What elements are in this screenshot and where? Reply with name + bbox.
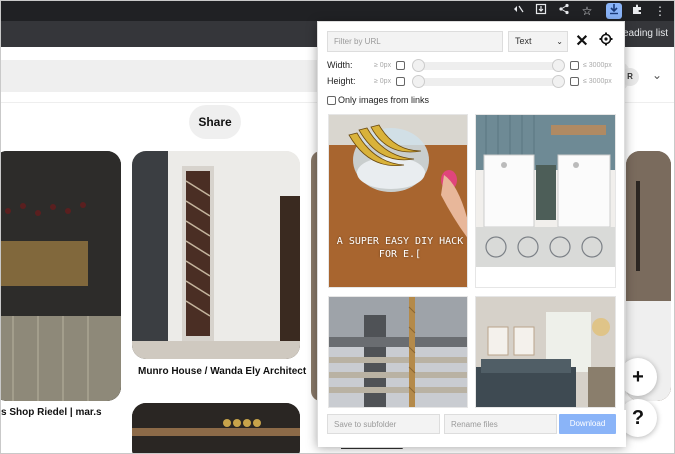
width-label: Width: (327, 60, 353, 70)
height-min-hint: ≥ 0px (374, 78, 392, 85)
height-max-checkbox[interactable] (570, 77, 579, 86)
window: ☆ ⋮ Reading list R ⌄ Share s Shop Riedel… (0, 0, 675, 454)
pin-caption[interactable]: Munro House / Wanda Ely Architect (138, 366, 306, 377)
filter-type-select[interactable]: Text ⌄ (508, 31, 568, 52)
height-min-handle[interactable] (412, 75, 425, 88)
height-max-hint: ≤ 3000px (583, 78, 612, 85)
height-min-checkbox[interactable] (396, 77, 405, 86)
pin-image-munro-house[interactable] (132, 151, 300, 359)
subfolder-input[interactable] (327, 414, 440, 434)
width-min-hint: ≥ 0px (374, 62, 392, 69)
height-slider[interactable] (412, 75, 565, 88)
close-icon[interactable]: ✕ (572, 32, 592, 52)
puzzle-icon[interactable] (629, 3, 645, 19)
image-downloader-popup: Text ⌄ ✕ Width: ≥ 0px ≤ 3000px Height: ≥… (317, 21, 626, 447)
menu-dots-icon[interactable]: ⋮ (652, 3, 668, 19)
image-thumbnail[interactable] (328, 296, 468, 408)
chevron-down-icon[interactable]: ⌄ (649, 67, 665, 83)
filter-type-value: Text (515, 36, 532, 46)
width-max-hint: ≤ 3000px (583, 62, 612, 69)
download-button[interactable]: Download (559, 414, 616, 434)
image-overlay-text: A SUPER EASY DIY HACK FOR E.[ (336, 236, 464, 260)
image-thumbnail[interactable] (475, 296, 616, 408)
width-min-handle[interactable] (412, 59, 425, 72)
install-icon[interactable] (533, 3, 549, 19)
pin-image-wine-wall[interactable] (1, 151, 121, 401)
share-icon[interactable] (556, 3, 572, 19)
width-max-checkbox[interactable] (570, 61, 579, 70)
chevron-down-icon: ⌄ (556, 37, 563, 46)
width-min-checkbox[interactable] (396, 61, 405, 70)
height-max-handle[interactable] (552, 75, 565, 88)
rename-input[interactable] (444, 414, 557, 434)
filter-url-input[interactable] (327, 31, 503, 52)
pin-caption[interactable]: s Shop Riedel | mar.s (1, 407, 102, 418)
image-thumbnail[interactable]: A SUPER EASY DIY HACK FOR E.[ (328, 114, 468, 288)
browser-tabstrip (1, 1, 674, 21)
image-thumbnail[interactable] (475, 114, 616, 288)
only-links-checkbox[interactable] (327, 96, 336, 105)
download-extension-icon[interactable] (606, 3, 622, 19)
share-button[interactable]: Share (189, 105, 241, 139)
width-slider[interactable] (412, 59, 565, 72)
height-label: Height: (327, 76, 356, 86)
width-max-handle[interactable] (552, 59, 565, 72)
mute-icon[interactable] (510, 3, 526, 19)
star-icon[interactable]: ☆ (579, 3, 595, 19)
only-links-label[interactable]: Only images from links (338, 95, 429, 105)
pin-image-kitchen[interactable] (132, 403, 300, 453)
gear-icon[interactable] (596, 32, 616, 52)
